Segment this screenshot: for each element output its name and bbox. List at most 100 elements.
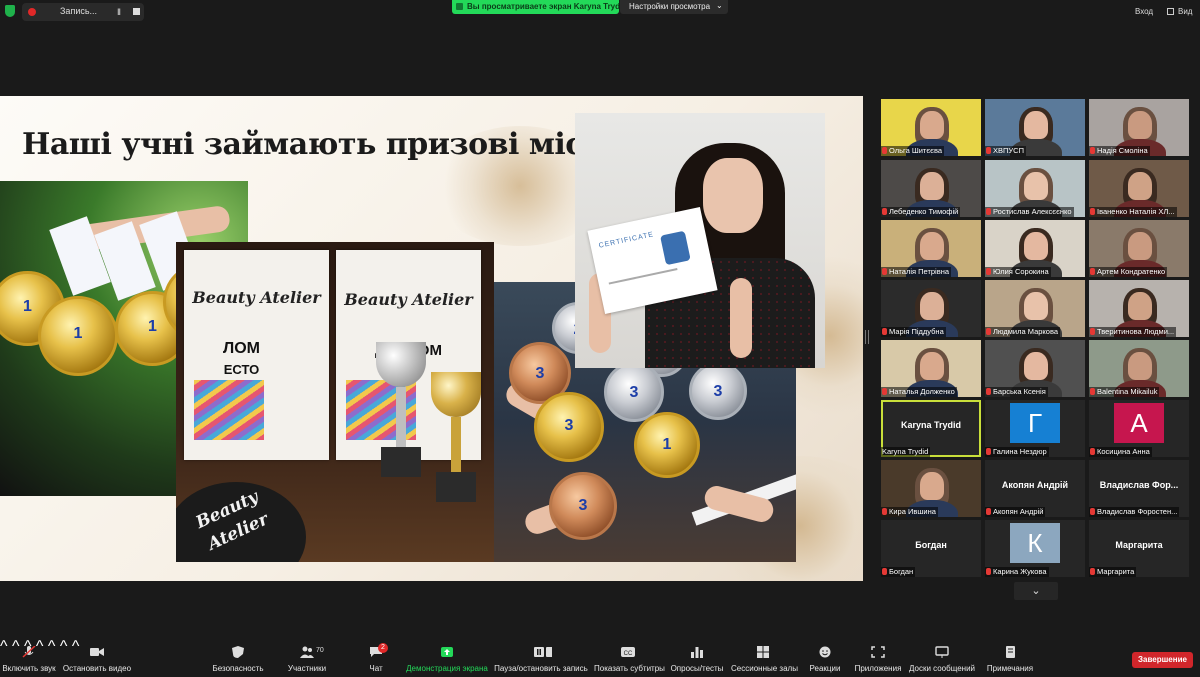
participants-button[interactable]: Участники bbox=[283, 638, 331, 677]
participant-tile[interactable]: Богдан Богдан bbox=[881, 520, 981, 577]
splitter-handle[interactable] bbox=[865, 330, 869, 344]
muted-mic-icon bbox=[1090, 388, 1095, 395]
participant-tile[interactable]: Юлия Сорокина bbox=[985, 220, 1085, 277]
medal: 3 bbox=[549, 472, 617, 540]
muted-mic-icon bbox=[1090, 568, 1095, 575]
muted-mic-icon bbox=[882, 268, 887, 275]
participant-name-label: Марія Піддубна bbox=[881, 327, 946, 337]
participant-tile[interactable]: К Карина Жукова bbox=[985, 520, 1085, 577]
participant-name: Юлия Сорокина bbox=[993, 267, 1049, 276]
diplomas-photo: Beauty Atelier ЛОМ ЕСТО Beauty Atelier Д… bbox=[176, 242, 494, 562]
subtitles-button[interactable]: CC Показать субтитры bbox=[594, 638, 665, 677]
participant-name-label: Надія Смоліна bbox=[1089, 146, 1150, 156]
subtitles-label: Показать субтитры bbox=[594, 664, 665, 673]
participant-tile[interactable]: Маргарита Маргарита bbox=[1089, 520, 1189, 577]
participant-tile[interactable]: Марія Піддубна bbox=[881, 280, 981, 337]
participant-face bbox=[920, 172, 944, 200]
view-grid-icon[interactable] bbox=[1167, 8, 1174, 15]
participant-tile[interactable]: Барська Ксенія bbox=[985, 340, 1085, 397]
polls-label: Опросы/тесты bbox=[670, 664, 724, 673]
pause-recording-icon[interactable]: II bbox=[117, 7, 121, 17]
participant-name-label: Косицина Анна bbox=[1089, 447, 1152, 457]
diploma: Beauty Atelier ЛОМ ЕСТО bbox=[184, 250, 329, 460]
muted-mic-icon bbox=[986, 568, 991, 575]
participant-name: Karyna Trydid bbox=[882, 447, 929, 456]
participant-name: Богдан bbox=[889, 567, 914, 576]
chat-button[interactable]: Чат bbox=[360, 638, 392, 677]
participant-tile[interactable]: Лебеденко Тимофій bbox=[881, 160, 981, 217]
recording-label: Запись... bbox=[60, 6, 98, 16]
participant-name-label: Акопян Андрій bbox=[985, 507, 1046, 517]
unmute-label: Включить звук bbox=[2, 664, 56, 673]
muted-mic-icon bbox=[986, 268, 991, 275]
muted-mic-icon bbox=[1090, 448, 1095, 455]
pause-recording-button[interactable]: Пауза/остановить запись bbox=[494, 638, 588, 677]
chevron-down-icon: ⌄ bbox=[716, 1, 723, 10]
participant-name: Надія Смоліна bbox=[1097, 146, 1148, 155]
participant-tile[interactable]: Наталья Долженко bbox=[881, 340, 981, 397]
participant-face bbox=[1128, 352, 1152, 380]
participant-face bbox=[1024, 111, 1048, 139]
unmute-button[interactable]: Включить звук bbox=[0, 638, 58, 677]
participant-tile[interactable]: Владислав Фор... Владислав Форостен... bbox=[1089, 460, 1189, 517]
polls-button[interactable]: Опросы/тесты bbox=[668, 638, 726, 677]
participant-face bbox=[920, 352, 944, 380]
participant-display-name: Богдан bbox=[915, 540, 947, 550]
participant-tile[interactable]: ХВПУСП bbox=[985, 99, 1085, 156]
arm bbox=[730, 278, 752, 358]
participant-face bbox=[920, 472, 944, 500]
participant-name: Ольга Шитєєва bbox=[889, 146, 943, 155]
gallery-next-page-button[interactable]: ⌄ bbox=[1014, 582, 1058, 600]
participant-tile[interactable]: Наталія Петрівна bbox=[881, 220, 981, 277]
stop-video-button[interactable]: Остановить видео bbox=[62, 638, 132, 677]
shield-icon[interactable] bbox=[5, 5, 15, 17]
muted-mic-icon bbox=[22, 646, 36, 658]
participant-tile[interactable]: Кира Ившина bbox=[881, 460, 981, 517]
view-options-button[interactable]: Настройки просмотра ⌄ bbox=[620, 0, 728, 14]
participant-name: ХВПУСП bbox=[993, 146, 1024, 155]
participant-tile[interactable]: Г Галина Нездюр bbox=[985, 400, 1085, 457]
whiteboards-button[interactable]: Доски сообщений bbox=[907, 638, 977, 677]
medal: 3 bbox=[534, 392, 604, 462]
participant-tile[interactable]: Тверитинова Людми... bbox=[1089, 280, 1189, 337]
notes-button[interactable]: Примечания bbox=[985, 638, 1035, 677]
participant-tile[interactable]: А Косицина Анна bbox=[1089, 400, 1189, 457]
bar-chart-icon bbox=[691, 647, 703, 658]
enter-button[interactable]: Вход bbox=[1135, 7, 1153, 16]
participant-tile[interactable]: Акопян Андрій Акопян Андрій bbox=[985, 460, 1085, 517]
stop-video-label: Остановить видео bbox=[62, 664, 132, 673]
participant-name: Карина Жукова bbox=[993, 567, 1047, 576]
participant-tile[interactable]: Людмила Маркова bbox=[985, 280, 1085, 337]
participant-name: Барська Ксенія bbox=[993, 387, 1046, 396]
participant-tile[interactable]: Karyna Trydid Karyna Trydid bbox=[881, 400, 981, 457]
decor-stripes bbox=[194, 380, 264, 440]
participant-tile[interactable]: Ростислав Алексєєнко bbox=[985, 160, 1085, 217]
participant-face bbox=[1024, 232, 1048, 260]
end-meeting-button[interactable]: Завершение bbox=[1132, 652, 1193, 668]
breakout-rooms-label: Сессионные залы bbox=[731, 664, 798, 673]
view-button[interactable]: Вид bbox=[1178, 7, 1192, 16]
participant-face bbox=[920, 111, 944, 139]
participant-tile[interactable]: Balentina Mikailuk bbox=[1089, 340, 1189, 397]
participant-tile[interactable]: Надія Смоліна bbox=[1089, 99, 1189, 156]
participant-name-label: Тверитинова Людми... bbox=[1089, 327, 1177, 337]
pause-stop-icon bbox=[534, 647, 552, 657]
breakout-rooms-button[interactable]: Сессионные залы bbox=[731, 638, 798, 677]
participant-face bbox=[1024, 292, 1048, 320]
security-button[interactable]: Безопасность bbox=[207, 638, 269, 677]
reactions-button[interactable]: Реакции bbox=[806, 638, 844, 677]
muted-mic-icon bbox=[986, 328, 991, 335]
participant-tile[interactable]: Іваненко Наталія ХЛ... bbox=[1089, 160, 1189, 217]
participant-tile[interactable]: Ольга Шитєєва bbox=[881, 99, 981, 156]
closed-captions-icon: CC bbox=[621, 647, 635, 657]
apps-button[interactable]: Приложения bbox=[853, 638, 903, 677]
participant-tile[interactable]: Артем Кондратенко bbox=[1089, 220, 1189, 277]
muted-mic-icon bbox=[986, 508, 991, 515]
stop-recording-icon[interactable] bbox=[133, 8, 140, 15]
participant-name: Галина Нездюр bbox=[993, 447, 1047, 456]
participant-name-label: Юлия Сорокина bbox=[985, 267, 1051, 277]
share-screen-button[interactable]: Демонстрация экрана bbox=[405, 638, 489, 677]
chat-badge: 2 bbox=[378, 643, 388, 653]
medal: 3 bbox=[689, 362, 747, 420]
apps-label: Приложения bbox=[854, 664, 902, 673]
